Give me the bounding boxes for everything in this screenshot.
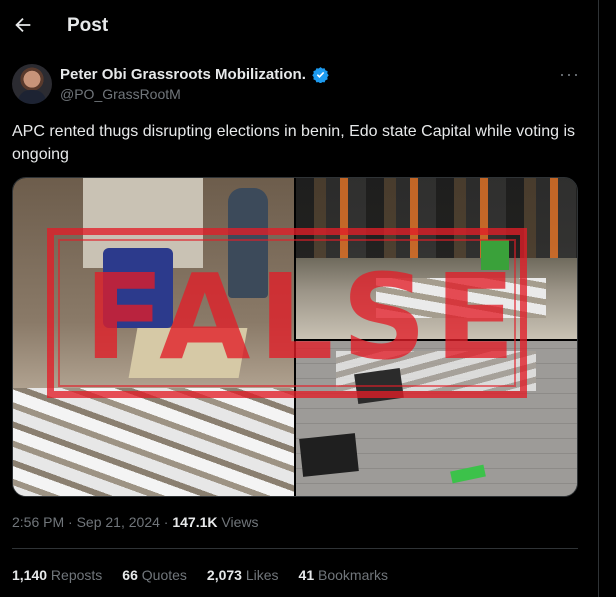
- author-name[interactable]: Peter Obi Grassroots Mobilization.: [60, 66, 306, 83]
- engagement-stats: 1,140 Reposts 66 Quotes 2,073 Likes 41 Book…: [12, 567, 408, 583]
- likes-stat[interactable]: 2,073 Likes: [207, 567, 279, 583]
- page-title: Post: [67, 15, 109, 36]
- false-stamp-label: FALSE: [84, 248, 524, 386]
- tweet-media[interactable]: FALSE: [12, 177, 578, 497]
- column-divider: [598, 0, 599, 597]
- views-label: Views: [217, 514, 259, 530]
- post-time[interactable]: 2:56 PM: [12, 514, 64, 530]
- verified-badge-icon: [312, 67, 329, 83]
- bookmarks-count: 41: [298, 567, 315, 583]
- bookmarks-stat[interactable]: 41 Bookmarks: [299, 567, 389, 583]
- quotes-label: Quotes: [137, 567, 187, 583]
- quotes-stat[interactable]: 66 Quotes: [122, 567, 187, 583]
- top-bar: Post: [0, 0, 616, 53]
- bookmarks-label: Bookmarks: [314, 567, 389, 583]
- more-options-icon[interactable]: ···: [559, 64, 580, 85]
- reposts-stat[interactable]: 1,140 Reposts: [12, 567, 102, 583]
- divider: [12, 548, 578, 549]
- meta-separator: ·: [64, 514, 77, 530]
- post-meta: 2:56 PM · Sep 21, 2024 · 147.1K Views: [12, 514, 258, 530]
- quotes-count: 66: [122, 567, 138, 583]
- post-date[interactable]: Sep 21, 2024: [77, 514, 160, 530]
- views-count: 147.1K: [172, 514, 218, 530]
- arrow-left-icon[interactable]: [12, 14, 34, 36]
- reposts-count: 1,140: [12, 567, 48, 583]
- avatar[interactable]: [12, 64, 52, 104]
- meta-separator: ·: [159, 514, 173, 530]
- false-stamp-overlay: FALSE: [47, 228, 527, 398]
- reposts-label: Reposts: [47, 567, 103, 583]
- author-handle[interactable]: @PO_GrassRootM: [60, 86, 181, 102]
- tweet-text: APC rented thugs disrupting elections in…: [12, 123, 575, 163]
- likes-count: 2,073: [206, 567, 242, 583]
- likes-label: Likes: [241, 567, 279, 583]
